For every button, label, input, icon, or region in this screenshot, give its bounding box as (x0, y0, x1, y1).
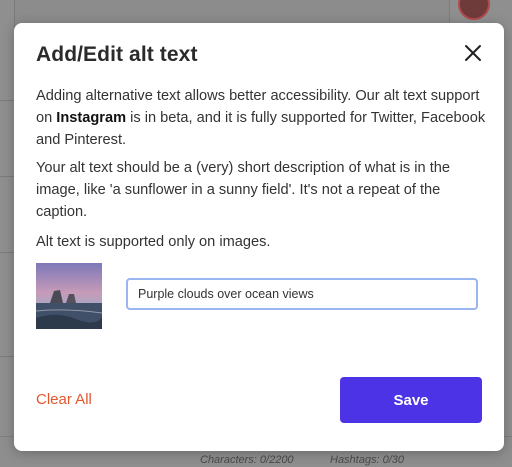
save-button[interactable]: Save (340, 377, 482, 423)
modal-title: Add/Edit alt text (36, 43, 198, 66)
hashtags-counter: Hashtags: 0/30 (330, 454, 404, 466)
image-thumbnail (36, 263, 102, 329)
close-icon (465, 45, 481, 61)
divider (0, 356, 14, 357)
divider (0, 252, 14, 253)
left-panel (0, 0, 15, 467)
alt-text-modal: Add/Edit alt text Adding alternative tex… (14, 23, 504, 451)
instagram-bold: Instagram (56, 110, 127, 126)
support-note: Alt text is supported only on images. (36, 234, 271, 250)
clear-all-button[interactable]: Clear All (36, 391, 92, 408)
alt-text-input[interactable] (126, 278, 478, 310)
description-paragraph: Adding alternative text allows better ac… (36, 85, 486, 151)
divider (0, 100, 14, 101)
divider (0, 176, 14, 177)
avatar (458, 0, 490, 20)
characters-counter: Characters: 0/2200 (200, 454, 294, 466)
close-button[interactable] (462, 42, 484, 64)
guidance-paragraph: Your alt text should be a (very) short d… (36, 160, 450, 220)
